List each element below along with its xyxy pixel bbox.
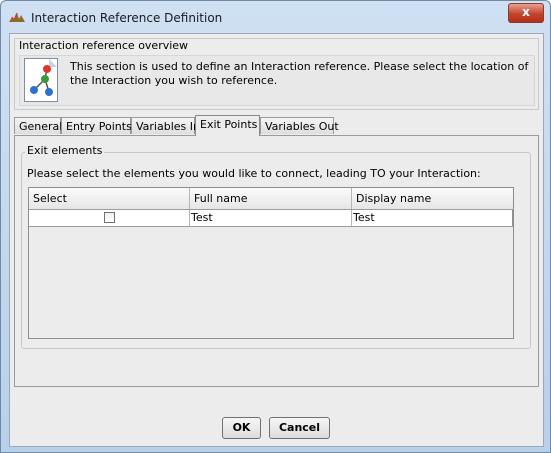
- select-cell: [29, 210, 190, 226]
- column-header-full-name[interactable]: Full name: [190, 188, 352, 209]
- overview-panel: Interaction reference overview This sect…: [14, 38, 539, 110]
- overview-title: Interaction reference overview: [19, 39, 189, 52]
- ok-button[interactable]: OK: [222, 417, 261, 439]
- cancel-button[interactable]: Cancel: [269, 417, 330, 439]
- table-header: Select Full name Display name: [29, 188, 513, 210]
- column-header-display-name[interactable]: Display name: [352, 188, 513, 209]
- title-bar[interactable]: Interaction Reference Definition x: [1, 1, 550, 33]
- tab-exit-points[interactable]: Exit Points: [195, 115, 260, 136]
- tab-bar: General Entry Points Variables In Exit P…: [14, 115, 537, 136]
- dialog-window: Interaction Reference Definition x Inter…: [0, 0, 551, 453]
- exit-elements-table: Select Full name Display name Test Test: [28, 187, 514, 339]
- column-header-select[interactable]: Select: [29, 188, 190, 209]
- close-icon: x: [522, 5, 530, 19]
- tab-variables-out[interactable]: Variables Out: [260, 117, 339, 134]
- close-button[interactable]: x: [508, 3, 544, 23]
- table-row[interactable]: Test Test: [29, 210, 513, 227]
- select-checkbox[interactable]: [104, 212, 115, 223]
- tab-general[interactable]: General: [14, 117, 62, 134]
- full-name-cell[interactable]: Test: [190, 210, 352, 226]
- tab-entry-points[interactable]: Entry Points: [61, 117, 132, 134]
- exit-points-panel: Exit elements Please select the elements…: [14, 135, 539, 387]
- display-name-cell[interactable]: Test: [352, 210, 513, 226]
- window-title: Interaction Reference Definition: [31, 11, 223, 25]
- interaction-reference-icon: [24, 58, 58, 102]
- tab-variables-in[interactable]: Variables In: [131, 117, 200, 134]
- overview-description: This section is used to define an Intera…: [70, 60, 529, 87]
- exit-elements-title: Exit elements: [25, 144, 105, 157]
- exit-elements-instruction: Please select the elements you would lik…: [27, 167, 481, 180]
- overview-box: This section is used to define an Intera…: [19, 55, 535, 106]
- app-icon: [9, 12, 25, 22]
- dialog-content: Interaction reference overview This sect…: [9, 33, 544, 447]
